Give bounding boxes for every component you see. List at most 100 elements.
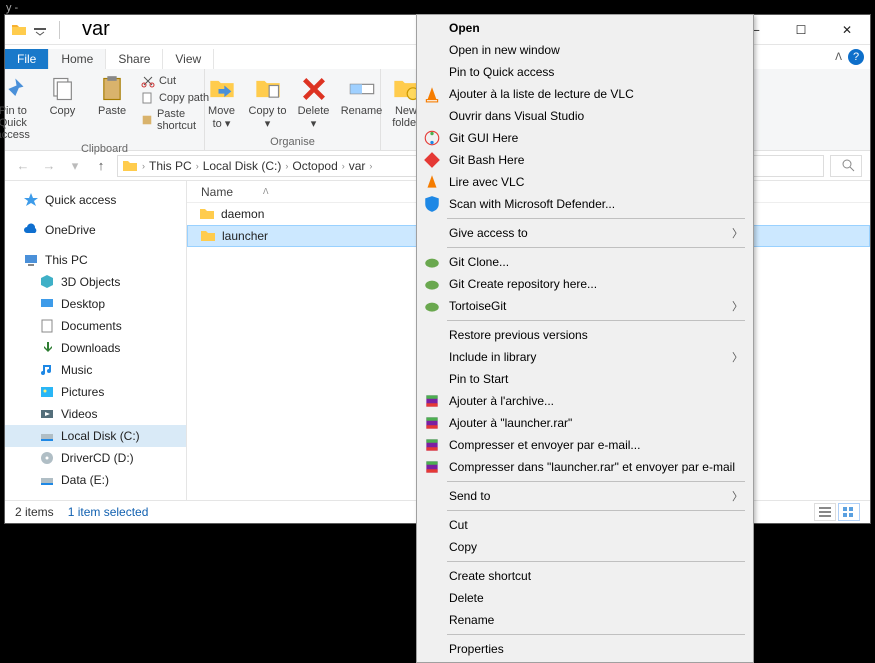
winrar-icon (423, 392, 441, 410)
crumb-disk-c[interactable]: Local Disk (C:) (203, 159, 282, 173)
crumb-octopod[interactable]: Octopod (292, 159, 337, 173)
move-to-button[interactable]: Move to ▾ (201, 73, 243, 132)
pin-quick-access-button[interactable]: Pin to Quick access (0, 73, 36, 143)
view-details-button[interactable] (814, 503, 836, 521)
tree-videos[interactable]: Videos (5, 403, 186, 425)
ctx-cut[interactable]: Cut (419, 514, 751, 536)
tree-disk-c[interactable]: Local Disk (C:) (5, 425, 186, 447)
disc-icon (39, 450, 55, 466)
ctx-open-visual-studio[interactable]: Ouvrir dans Visual Studio (419, 105, 751, 127)
ctx-label: Compresser et envoyer par e-mail... (449, 438, 640, 452)
chevron-right-icon: 〉 (732, 349, 743, 365)
vlc-icon (423, 85, 441, 103)
paste-button[interactable]: Paste (89, 73, 135, 119)
rename-button[interactable]: Rename (339, 73, 385, 119)
ctx-rename[interactable]: Rename (419, 609, 751, 631)
tortoise-icon (423, 297, 441, 315)
tree-onedrive[interactable]: OneDrive (5, 219, 186, 241)
ctx-send-to[interactable]: Send to〉 (419, 485, 751, 507)
ctx-git-create-repo[interactable]: Git Create repository here... (419, 273, 751, 295)
delete-button[interactable]: Delete ▾ (293, 73, 335, 132)
ctx-git-clone[interactable]: Git Clone... (419, 251, 751, 273)
ribbon-collapse-icon[interactable]: ᐱ (835, 52, 842, 63)
chevron-right-icon: 〉 (732, 298, 743, 314)
ctx-open-new-window[interactable]: Open in new window (419, 39, 751, 61)
tree-driver-d[interactable]: DriverCD (D:) (5, 447, 186, 469)
tree-desktop[interactable]: Desktop (5, 293, 186, 315)
tree-3d-objects[interactable]: 3D Objects (5, 271, 186, 293)
tree-documents[interactable]: Documents (5, 315, 186, 337)
nav-back-button[interactable]: ← (13, 156, 33, 176)
ctx-include-library[interactable]: Include in library〉 (419, 346, 751, 368)
search-box[interactable] (830, 155, 862, 177)
ctx-rar-compress-mail-named[interactable]: Compresser dans "launcher.rar" et envoye… (419, 456, 751, 478)
shield-icon (423, 195, 441, 213)
ctx-pin-quick-access[interactable]: Pin to Quick access (419, 61, 751, 83)
view-icons-button[interactable] (838, 503, 860, 521)
copy-to-button[interactable]: Copy to ▾ (247, 73, 289, 132)
picture-icon (39, 384, 55, 400)
ctx-defender-scan[interactable]: Scan with Microsoft Defender... (419, 193, 751, 215)
ctx-create-shortcut[interactable]: Create shortcut (419, 565, 751, 587)
tree-this-pc[interactable]: This PC (5, 249, 186, 271)
ctx-label: Git GUI Here (449, 131, 518, 145)
chevron-right-icon: 〉 (732, 488, 743, 504)
ctx-rar-compress-mail[interactable]: Compresser et envoyer par e-mail... (419, 434, 751, 456)
crumb-var[interactable]: var (349, 159, 366, 173)
ctx-git-bash[interactable]: Git Bash Here (419, 149, 751, 171)
ctx-label: Ajouter à "launcher.rar" (449, 416, 572, 430)
ctx-label: Git Create repository here... (449, 277, 597, 291)
tortoise-icon (423, 253, 441, 271)
ctx-vlc-add-playlist[interactable]: Ajouter à la liste de lecture de VLC (419, 83, 751, 105)
star-icon (23, 192, 39, 208)
copy-button[interactable]: Copy (40, 73, 86, 119)
ctx-label: Pin to Start (449, 372, 508, 386)
ctx-restore-previous[interactable]: Restore previous versions (419, 324, 751, 346)
tree-label: OneDrive (45, 223, 96, 237)
ctx-give-access-to[interactable]: Give access to〉 (419, 222, 751, 244)
ctx-vlc-play[interactable]: Lire avec VLC (419, 171, 751, 193)
ctx-properties[interactable]: Properties (419, 638, 751, 660)
tab-home[interactable]: Home (49, 49, 106, 69)
ctx-git-gui[interactable]: Git GUI Here (419, 127, 751, 149)
ctx-open[interactable]: Open (419, 17, 751, 39)
close-button[interactable]: ✕ (824, 15, 870, 45)
ctx-copy[interactable]: Copy (419, 536, 751, 558)
nav-forward-button[interactable]: → (39, 156, 59, 176)
paste-label: Paste (98, 105, 126, 117)
help-icon[interactable]: ? (848, 49, 864, 65)
qat-dropdown-icon[interactable] (33, 23, 47, 37)
tree-label: Downloads (61, 341, 120, 355)
download-icon (39, 340, 55, 356)
tab-view[interactable]: View (163, 49, 214, 69)
tree-downloads[interactable]: Downloads (5, 337, 186, 359)
tree-label: Pictures (61, 385, 104, 399)
tab-share[interactable]: Share (106, 49, 163, 69)
sort-indicator-icon: ᐱ (263, 187, 268, 196)
winrar-icon (423, 436, 441, 454)
tree-data-e[interactable]: Data (E:) (5, 469, 186, 491)
tree-pictures[interactable]: Pictures (5, 381, 186, 403)
ctx-label: TortoiseGit (449, 299, 506, 313)
nav-recent-dropdown[interactable]: ▾ (65, 156, 85, 176)
tab-file[interactable]: File (5, 49, 49, 69)
ctx-rar-add-archive[interactable]: Ajouter à l'archive... (419, 390, 751, 412)
nav-up-button[interactable]: ↑ (91, 156, 111, 176)
pc-icon (23, 252, 39, 268)
ctx-pin-start[interactable]: Pin to Start (419, 368, 751, 390)
maximize-button[interactable]: ☐ (778, 15, 824, 45)
winrar-icon (423, 458, 441, 476)
cloud-icon (23, 222, 39, 238)
tree-label: Quick access (45, 193, 116, 207)
ctx-rar-add-named[interactable]: Ajouter à "launcher.rar" (419, 412, 751, 434)
crumb-this-pc[interactable]: This PC (149, 159, 192, 173)
doc-icon (39, 318, 55, 334)
ctx-delete[interactable]: Delete (419, 587, 751, 609)
status-item-count: 2 items (15, 505, 54, 519)
tree-quick-access[interactable]: Quick access (5, 189, 186, 211)
copy-label: Copy (50, 105, 76, 117)
tree-music[interactable]: Music (5, 359, 186, 381)
music-icon (39, 362, 55, 378)
ctx-tortoise-git[interactable]: TortoiseGit 〉 (419, 295, 751, 317)
git-icon (423, 151, 441, 169)
